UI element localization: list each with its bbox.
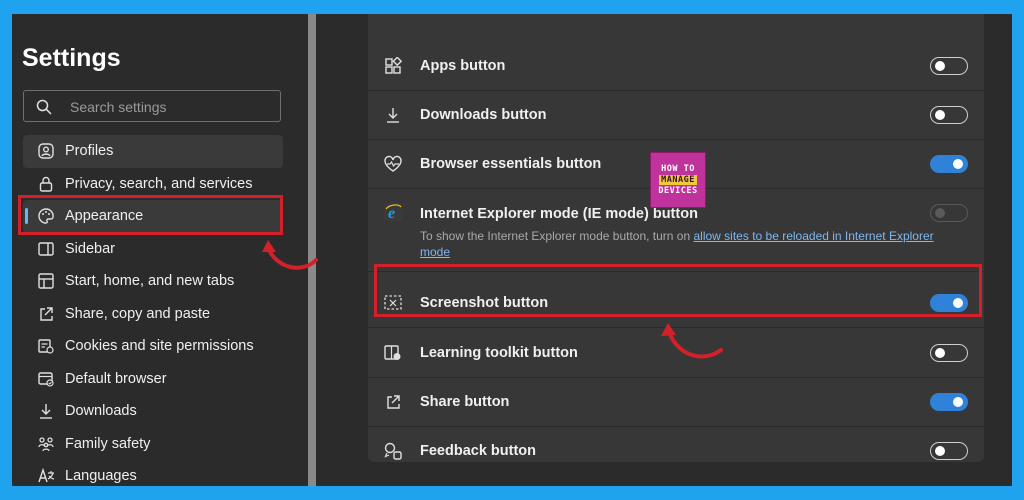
- ie-mode-note: To show the Internet Explorer mode butto…: [420, 228, 960, 260]
- screenshot-icon: [382, 292, 404, 314]
- pane-divider[interactable]: [308, 14, 316, 486]
- languages-icon: [36, 466, 56, 486]
- toolbar-buttons-card: Apps button Downloads button Browser ess…: [368, 14, 984, 462]
- setting-label: Downloads button: [420, 106, 547, 123]
- setting-label: Internet Explorer mode (IE mode) button: [420, 206, 698, 222]
- setting-label: Browser essentials button: [420, 155, 602, 172]
- toggle-knob: [935, 60, 945, 71]
- toggle-knob: [935, 445, 945, 456]
- watermark-line: MANAGE: [659, 175, 697, 185]
- download-icon: [36, 401, 56, 421]
- toggle-knob: [935, 208, 945, 218]
- ie-note-text: To show the Internet Explorer mode butto…: [420, 229, 694, 243]
- browser-icon: [36, 369, 56, 389]
- home-icon: [36, 271, 56, 291]
- main-pane: Apps button Downloads button Browser ess…: [316, 14, 1012, 486]
- search-box[interactable]: [23, 90, 281, 122]
- sidebar-item-label: Sidebar: [65, 240, 115, 257]
- watermark-line: DEVICES: [658, 186, 698, 196]
- learning-toolkit-icon: [382, 342, 404, 364]
- settings-window: Settings Profiles Privacy, search, and s…: [12, 14, 1012, 486]
- setting-row-downloads: Downloads button: [368, 90, 984, 140]
- svg-text:e: e: [388, 205, 395, 222]
- sidebar-item-label: Profiles: [65, 143, 114, 160]
- ie-icon: e: [382, 201, 404, 223]
- sidebar-icon: [36, 239, 56, 259]
- setting-row-learning-toolkit: Learning toolkit button: [368, 328, 984, 378]
- sidebar-item-downloads[interactable]: Downloads: [23, 395, 283, 428]
- share-button-toggle[interactable]: [930, 392, 968, 411]
- sidebar-item-profiles[interactable]: Profiles: [23, 135, 283, 168]
- browser-essentials-button-toggle[interactable]: [930, 154, 968, 173]
- feedback-icon: [382, 440, 404, 462]
- profile-icon: [36, 141, 56, 161]
- setting-label: Feedback button: [420, 442, 537, 459]
- sidebar-item-sidebar[interactable]: Sidebar: [23, 233, 283, 266]
- toggle-knob: [953, 396, 963, 407]
- sidebar-item-label: Privacy, search, and services: [65, 175, 253, 192]
- toggle-knob: [935, 109, 945, 120]
- sidebar-item-label: Languages: [65, 468, 137, 485]
- settings-sidebar: Settings Profiles Privacy, search, and s…: [12, 14, 308, 486]
- sidebar-item-label: Family safety: [65, 435, 151, 452]
- setting-label: Share button: [420, 393, 510, 410]
- sidebar-item-cookies[interactable]: Cookies and site permissions: [23, 330, 283, 363]
- lock-icon: [36, 174, 56, 194]
- sidebar-item-privacy[interactable]: Privacy, search, and services: [23, 168, 283, 201]
- toggle-knob: [953, 297, 963, 308]
- watermark-logo: HOW TO MANAGE DEVICES: [650, 152, 706, 208]
- apps-button-toggle[interactable]: [930, 56, 968, 75]
- sidebar-item-default-browser[interactable]: Default browser: [23, 363, 283, 396]
- family-icon: [36, 434, 56, 454]
- setting-row-apps: Apps button: [368, 41, 984, 91]
- sidebar-item-languages[interactable]: Languages: [23, 460, 283, 486]
- setting-label: Learning toolkit button: [420, 344, 578, 361]
- setting-row-feedback: Feedback button: [368, 426, 984, 475]
- learning-toolkit-button-toggle[interactable]: [930, 343, 968, 362]
- sidebar-item-label: Start, home, and new tabs: [65, 273, 235, 290]
- cookies-icon: [36, 336, 56, 356]
- sidebar-item-label: Downloads: [65, 403, 137, 420]
- setting-row-screenshot: Screenshot button: [368, 278, 984, 328]
- ie-mode-button-toggle[interactable]: [930, 204, 968, 222]
- toggle-knob: [935, 347, 945, 358]
- share-icon: [382, 391, 404, 413]
- sidebar-item-label: Share, copy and paste: [65, 305, 211, 322]
- page-title: Settings: [22, 44, 121, 72]
- search-icon: [36, 99, 52, 115]
- sidebar-item-label: Cookies and site permissions: [65, 338, 254, 355]
- sidebar-item-share-copy[interactable]: Share, copy and paste: [23, 298, 283, 331]
- toggle-knob: [953, 158, 963, 169]
- setting-label: Screenshot button: [420, 294, 549, 311]
- sidebar-item-start-home[interactable]: Start, home, and new tabs: [23, 265, 283, 298]
- sidebar-item-appearance[interactable]: Appearance: [23, 200, 283, 233]
- sidebar-item-family-safety[interactable]: Family safety: [23, 428, 283, 461]
- search-input[interactable]: [68, 96, 272, 118]
- setting-label: Apps button: [420, 57, 506, 74]
- download-icon: [382, 104, 404, 126]
- sidebar-nav: Profiles Privacy, search, and services A…: [23, 135, 283, 486]
- sidebar-item-label: Appearance: [65, 208, 144, 225]
- palette-icon: [36, 206, 56, 226]
- screenshot-button-toggle[interactable]: [930, 293, 968, 312]
- sidebar-item-label: Default browser: [65, 370, 167, 387]
- setting-row-share: Share button: [368, 377, 984, 427]
- heart-pulse-icon: [382, 153, 404, 175]
- apps-icon: [382, 55, 404, 77]
- feedback-button-toggle[interactable]: [930, 441, 968, 460]
- downloads-button-toggle[interactable]: [930, 105, 968, 124]
- watermark-line: HOW TO: [661, 164, 695, 174]
- selected-indicator: [25, 208, 28, 224]
- share-icon: [36, 304, 56, 324]
